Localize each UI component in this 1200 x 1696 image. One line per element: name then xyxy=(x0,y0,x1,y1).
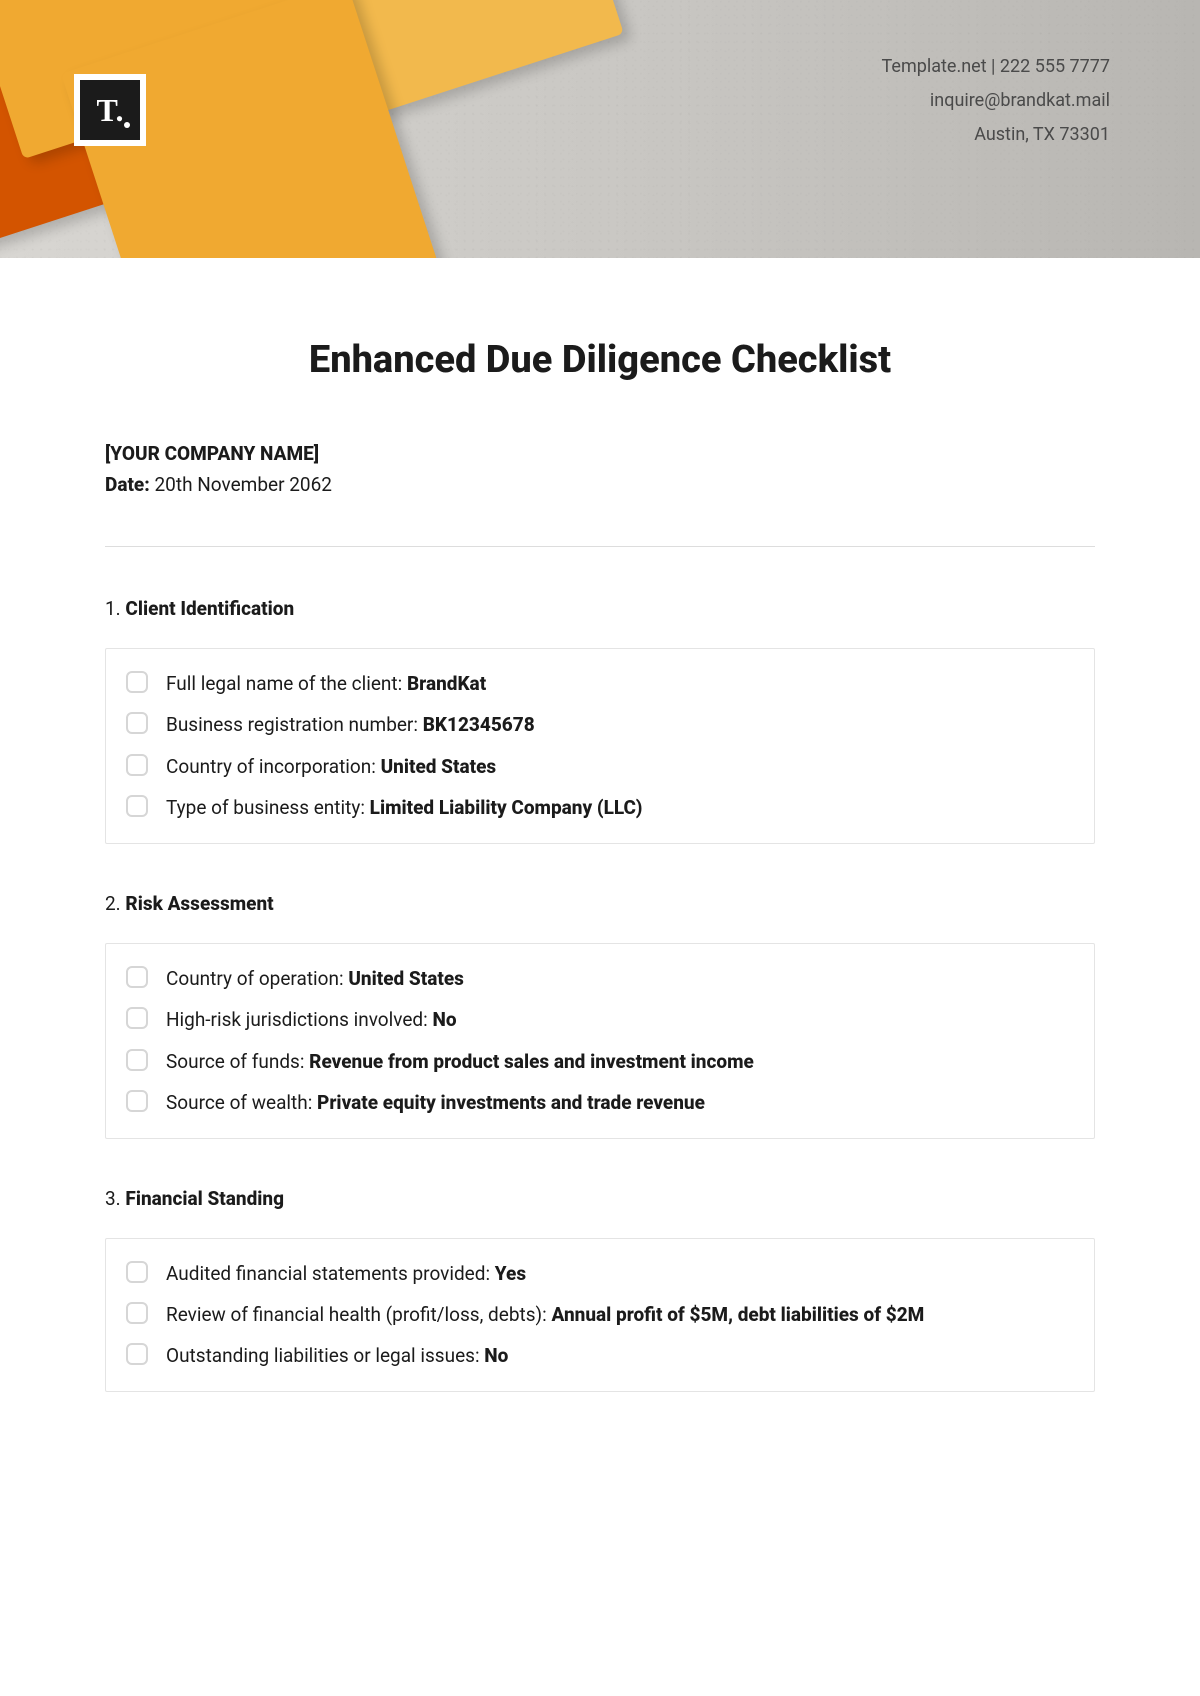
header-band: T. Template.net | 222 555 7777 inquire@b… xyxy=(0,0,1200,258)
item-text: Audited financial statements provided: xyxy=(166,1262,495,1285)
checkbox[interactable] xyxy=(126,1302,148,1324)
page-title: Enhanced Due Diligence Checklist xyxy=(105,338,1095,382)
checklist-row: Source of wealth: Private equity investm… xyxy=(126,1082,1074,1123)
checkbox[interactable] xyxy=(126,966,148,988)
checkbox[interactable] xyxy=(126,1261,148,1283)
checkbox[interactable] xyxy=(126,795,148,817)
checkbox[interactable] xyxy=(126,1007,148,1029)
item-text: Full legal name of the client: xyxy=(166,672,407,695)
checkbox[interactable] xyxy=(126,1049,148,1071)
checklist-item: Business registration number: BK12345678 xyxy=(166,710,535,739)
company-name-placeholder: [YOUR COMPANY NAME] xyxy=(105,442,1095,465)
checklist-row: Full legal name of the client: BrandKat xyxy=(126,663,1074,704)
item-value: No xyxy=(432,1008,456,1031)
checklist-box-3: Audited financial statements provided: Y… xyxy=(105,1238,1095,1392)
item-value: United States xyxy=(348,967,464,990)
checklist-item: Outstanding liabilities or legal issues:… xyxy=(166,1341,508,1370)
checkbox[interactable] xyxy=(126,1090,148,1112)
checklist-item: Review of financial health (profit/loss,… xyxy=(166,1300,924,1329)
checklist-row: High-risk jurisdictions involved: No xyxy=(126,999,1074,1040)
checkbox[interactable] xyxy=(126,1343,148,1365)
logo-letter: T. xyxy=(97,92,124,129)
section-heading-2: 2. Risk Assessment xyxy=(105,892,1095,915)
item-text: Country of operation: xyxy=(166,967,348,990)
date-label: Date: xyxy=(105,473,150,496)
checklist-row: Review of financial health (profit/loss,… xyxy=(126,1294,1074,1335)
checkbox[interactable] xyxy=(126,712,148,734)
document-page: T. Template.net | 222 555 7777 inquire@b… xyxy=(0,0,1200,1432)
checklist-row: Audited financial statements provided: Y… xyxy=(126,1253,1074,1294)
content-area: Enhanced Due Diligence Checklist [YOUR C… xyxy=(0,258,1200,1432)
checklist-item: Country of operation: United States xyxy=(166,964,464,993)
section-heading-3: 3. Financial Standing xyxy=(105,1187,1095,1210)
checklist-row: Outstanding liabilities or legal issues:… xyxy=(126,1335,1074,1376)
item-value: Yes xyxy=(495,1262,526,1285)
checklist-item: Audited financial statements provided: Y… xyxy=(166,1259,526,1288)
item-text: Source of wealth: xyxy=(166,1091,317,1114)
section-label: Client Identification xyxy=(125,597,294,620)
header-line-2: inquire@brandkat.mail xyxy=(882,84,1110,118)
checkbox[interactable] xyxy=(126,754,148,776)
item-value: Private equity investments and trade rev… xyxy=(317,1091,705,1114)
checklist-item: High-risk jurisdictions involved: No xyxy=(166,1005,457,1034)
item-value: Limited Liability Company (LLC) xyxy=(370,796,643,819)
item-text: Country of incorporation: xyxy=(166,755,381,778)
logo: T. xyxy=(80,80,140,140)
checklist-row: Type of business entity: Limited Liabili… xyxy=(126,787,1074,828)
item-value: United States xyxy=(381,755,497,778)
checklist-item: Full legal name of the client: BrandKat xyxy=(166,669,486,698)
item-text: Source of funds: xyxy=(166,1050,309,1073)
section-heading-1: 1. Client Identification xyxy=(105,597,1095,620)
item-value: Annual profit of $5M, debt liabilities o… xyxy=(551,1303,924,1326)
section-label: Financial Standing xyxy=(125,1187,284,1210)
item-text: High-risk jurisdictions involved: xyxy=(166,1008,432,1031)
checklist-box-2: Country of operation: United States High… xyxy=(105,943,1095,1139)
checklist-row: Country of operation: United States xyxy=(126,958,1074,999)
header-contact-info: Template.net | 222 555 7777 inquire@bran… xyxy=(882,50,1110,153)
item-text: Outstanding liabilities or legal issues: xyxy=(166,1344,484,1367)
item-value: No xyxy=(484,1344,508,1367)
section-label: Risk Assessment xyxy=(125,892,273,915)
item-text: Review of financial health (profit/loss,… xyxy=(166,1303,551,1326)
section-number: 3. xyxy=(105,1187,121,1210)
checklist-item: Country of incorporation: United States xyxy=(166,752,496,781)
checklist-item: Source of funds: Revenue from product sa… xyxy=(166,1047,754,1076)
date-value: 20th November 2062 xyxy=(155,473,332,496)
header-line-1: Template.net | 222 555 7777 xyxy=(882,50,1110,84)
checklist-row: Source of funds: Revenue from product sa… xyxy=(126,1041,1074,1082)
section-number: 2. xyxy=(105,892,121,915)
item-value: Revenue from product sales and investmen… xyxy=(309,1050,754,1073)
item-text: Business registration number: xyxy=(166,713,423,736)
header-line-3: Austin, TX 73301 xyxy=(882,118,1110,152)
checklist-box-1: Full legal name of the client: BrandKat … xyxy=(105,648,1095,844)
checkbox[interactable] xyxy=(126,671,148,693)
date-line: Date: 20th November 2062 xyxy=(105,473,1095,496)
checklist-item: Type of business entity: Limited Liabili… xyxy=(166,793,642,822)
item-text: Type of business entity: xyxy=(166,796,370,819)
checklist-row: Business registration number: BK12345678 xyxy=(126,704,1074,745)
item-value: BK12345678 xyxy=(423,713,535,736)
section-number: 1. xyxy=(105,597,121,620)
item-value: BrandKat xyxy=(407,672,486,695)
checklist-row: Country of incorporation: United States xyxy=(126,746,1074,787)
divider xyxy=(105,546,1095,547)
checklist-item: Source of wealth: Private equity investm… xyxy=(166,1088,705,1117)
